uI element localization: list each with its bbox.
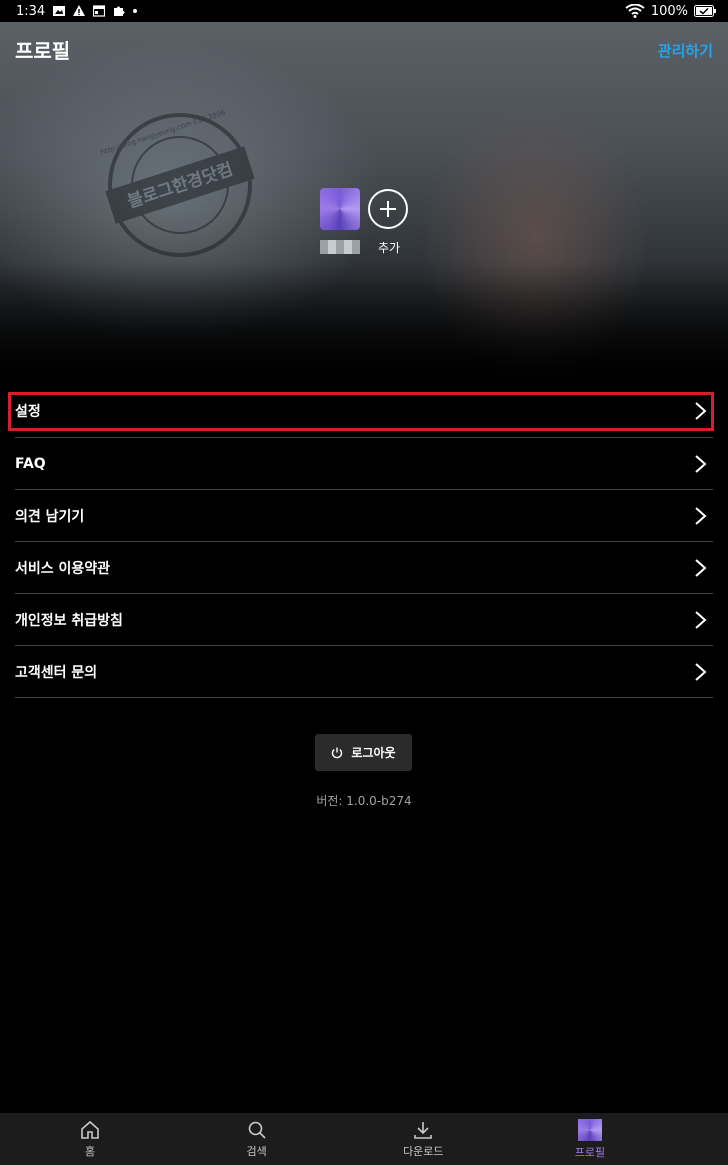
tab-search[interactable]: 검색 — [207, 1113, 307, 1165]
plus-icon — [380, 201, 396, 217]
bottom-nav: 홈 검색 다운로드 프로필 — [0, 1113, 728, 1165]
menu-item-label: 서비스 이용약관 — [15, 560, 111, 577]
menu-item-label: FAQ — [15, 455, 46, 472]
menu-item-label: 의견 남기기 — [15, 508, 85, 525]
calendar-icon — [93, 5, 106, 17]
menu-item-privacy[interactable]: 개인정보 취급방침 — [15, 594, 713, 646]
menu-item-faq[interactable]: FAQ — [15, 438, 713, 490]
profile-avatar[interactable] — [320, 188, 360, 230]
menu-item-label: 고객센터 문의 — [15, 664, 98, 681]
tab-profile[interactable]: 프로필 — [540, 1113, 640, 1165]
chevron-right-icon — [695, 506, 707, 525]
tab-home[interactable]: 홈 — [40, 1113, 140, 1165]
menu-item-feedback[interactable]: 의견 남기기 — [15, 490, 713, 542]
profile-name-blurred — [320, 240, 360, 254]
warning-icon — [73, 5, 86, 16]
menu-item-support[interactable]: 고객센터 문의 — [15, 646, 713, 698]
page-title: 프로필 — [15, 39, 71, 63]
tab-label: 다운로드 — [403, 1144, 444, 1158]
chevron-right-icon — [695, 454, 707, 473]
chevron-right-icon — [695, 610, 707, 629]
logout-label: 로그아웃 — [351, 746, 396, 760]
image-icon — [53, 6, 66, 16]
chevron-right-icon — [695, 662, 707, 681]
tab-label: 검색 — [246, 1144, 267, 1158]
menu-item-terms[interactable]: 서비스 이용약관 — [15, 542, 713, 594]
puzzle-icon — [114, 6, 125, 16]
power-icon — [332, 747, 343, 758]
home-icon — [81, 1120, 99, 1139]
dot-icon — [133, 9, 138, 13]
chevron-right-icon — [695, 558, 707, 577]
menu-item-label: 개인정보 취급방침 — [15, 612, 123, 629]
logout-button[interactable]: 로그아웃 — [315, 734, 412, 771]
settings-menu: 설정 FAQ 의견 남기기 서비스 이용약관 개인정보 취급방침 고객센터 문의 — [15, 385, 713, 698]
search-icon — [248, 1121, 266, 1139]
tab-label: 프로필 — [574, 1145, 606, 1159]
download-icon — [414, 1121, 433, 1139]
version-text: 버전: 1.0.0-b274 — [316, 794, 412, 808]
status-time: 1:34 — [16, 3, 46, 19]
battery-percent: 100% — [650, 3, 688, 19]
profile-avatar-icon — [577, 1118, 602, 1141]
tab-label: 홈 — [84, 1144, 96, 1158]
status-bar: 1:34 100% — [0, 0, 728, 22]
add-profile-label: 추가 — [377, 241, 401, 255]
add-profile-button[interactable] — [368, 189, 408, 229]
settings-highlight-box — [8, 392, 714, 431]
wifi-icon — [625, 4, 645, 18]
manage-profiles-link[interactable]: 관리하기 — [658, 40, 713, 61]
battery-icon — [694, 5, 716, 17]
tab-downloads[interactable]: 다운로드 — [373, 1113, 473, 1165]
